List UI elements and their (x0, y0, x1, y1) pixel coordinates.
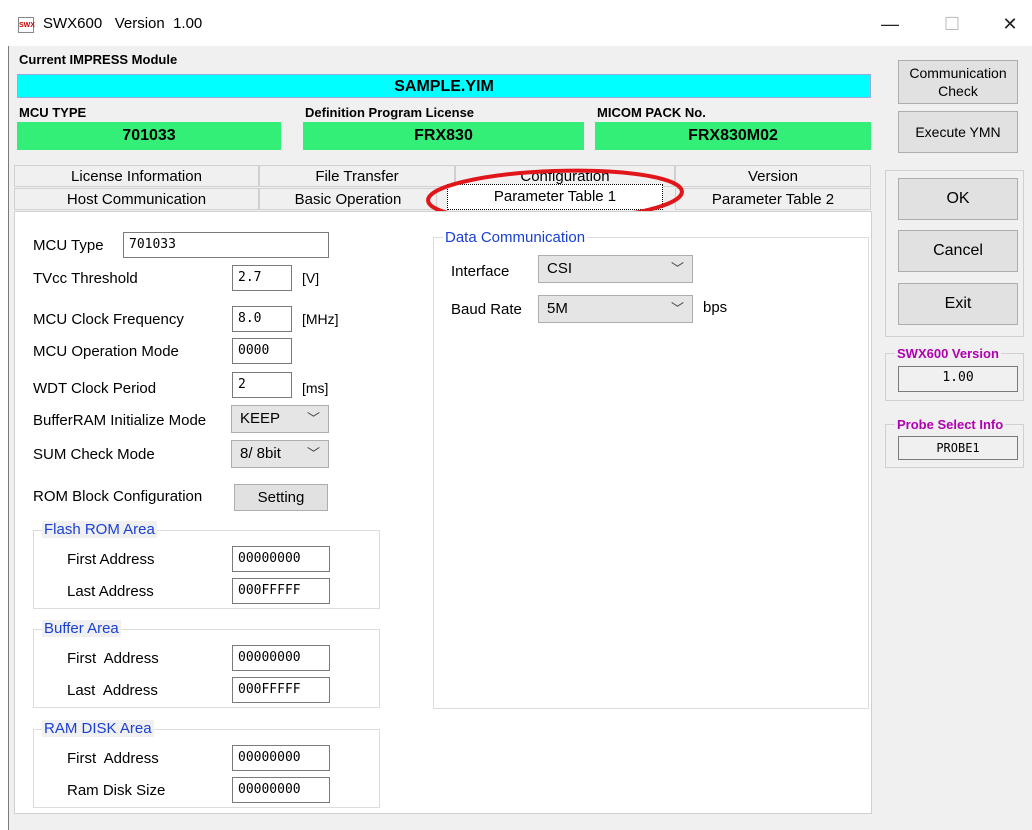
ram-disk-title: RAM DISK Area (42, 720, 154, 737)
mcu-type-field-label: MCU Type (33, 237, 104, 254)
wdt-period-unit: [ms] (302, 380, 329, 396)
chevron-down-icon: ﹀ (670, 261, 684, 276)
probe-select-value: PROBE1 (898, 436, 1018, 460)
communication-check-button[interactable]: Communication Check (898, 60, 1018, 104)
swx-version-value: 1.00 (898, 366, 1018, 392)
module-value: SAMPLE.YIM (17, 74, 871, 98)
tab-parameter-table-2[interactable]: Parameter Table 2 (675, 188, 871, 210)
clock-frequency-label: MCU Clock Frequency (33, 311, 184, 328)
execute-ymn-button[interactable]: Execute YMN (898, 111, 1018, 153)
wdt-period-input[interactable]: 2 (232, 372, 292, 398)
baud-rate-label: Baud Rate (451, 301, 522, 318)
interface-select[interactable]: CSI ﹀ (538, 255, 693, 283)
mcu-type-value: 701033 (17, 122, 281, 150)
cancel-button[interactable]: Cancel (898, 230, 1018, 272)
mcu-type-input[interactable]: 701033 (123, 232, 329, 258)
bufferram-init-select[interactable]: KEEP ﹀ (231, 405, 329, 433)
swx-version-label: SWX600 Version (895, 346, 1001, 361)
chevron-down-icon: ﹀ (670, 301, 684, 316)
tvcc-unit: [V] (302, 270, 320, 286)
module-label: Current IMPRESS Module (19, 52, 178, 67)
chevron-down-icon: ﹀ (306, 411, 320, 426)
close-icon[interactable]: ✕ (990, 10, 1030, 38)
tab-host-communication[interactable]: Host Communication (14, 188, 259, 210)
data-communication-title: Data Communication (443, 229, 588, 246)
flash-last-address-input[interactable]: 000FFFFF (232, 578, 330, 604)
chevron-down-icon: ﹀ (306, 446, 320, 461)
interface-label: Interface (451, 263, 510, 280)
ram-disk-size-input[interactable]: 00000000 (232, 777, 330, 803)
tab-version[interactable]: Version (675, 165, 871, 187)
tab-license-information[interactable]: License Information (14, 165, 259, 187)
interface-value: CSI (547, 260, 573, 277)
tvcc-label: TVcc Threshold (33, 270, 138, 287)
license-label: Definition Program License (305, 105, 475, 120)
mcu-type-label: MCU TYPE (19, 105, 87, 120)
baud-rate-value: 5M (547, 300, 568, 317)
tvcc-input[interactable]: 2.7 (232, 265, 292, 291)
buffer-last-address-label: Last Address (67, 682, 158, 699)
buffer-last-address-input[interactable]: 000FFFFF (232, 677, 330, 703)
flash-last-address-label: Last Address (67, 583, 154, 600)
license-value: FRX830 (303, 122, 584, 150)
maximize-icon[interactable]: ☐ (932, 10, 972, 38)
baud-rate-select[interactable]: 5M ﹀ (538, 295, 693, 323)
tab-basic-operation[interactable]: Basic Operation (259, 188, 437, 210)
micom-pack-value: FRX830M02 (595, 122, 871, 150)
clock-frequency-unit: [MHz] (302, 311, 339, 327)
clock-frequency-input[interactable]: 8.0 (232, 306, 292, 332)
buffer-area-title: Buffer Area (42, 620, 121, 637)
micom-pack-label: MICOM PACK No. (597, 105, 706, 120)
wdt-period-label: WDT Clock Period (33, 380, 157, 397)
app-icon: SWX (18, 17, 35, 33)
bufferram-init-value: KEEP (240, 410, 281, 427)
flash-first-address-input[interactable]: 00000000 (232, 546, 330, 572)
ram-disk-first-address-label: First Address (67, 750, 159, 767)
operation-mode-label: MCU Operation Mode (33, 343, 179, 360)
flash-first-address-label: First Address (67, 551, 155, 568)
ram-disk-size-label: Ram Disk Size (67, 782, 166, 799)
operation-mode-input[interactable]: 0000 (232, 338, 292, 364)
window-title: SWX600 Version 1.00 (43, 15, 203, 32)
sum-check-value: 8/ 8bit (240, 445, 281, 462)
ok-button[interactable]: OK (898, 178, 1018, 220)
buffer-first-address-input[interactable]: 00000000 (232, 645, 330, 671)
probe-select-label: Probe Select Info (895, 417, 1006, 432)
baud-rate-unit: bps (703, 299, 728, 316)
minimize-icon[interactable]: — (870, 10, 910, 38)
ram-disk-first-address-input[interactable]: 00000000 (232, 745, 330, 771)
rom-block-label: ROM Block Configuration (33, 488, 203, 505)
buffer-first-address-label: First Address (67, 650, 159, 667)
rom-block-setting-button[interactable]: Setting (234, 484, 328, 511)
sum-check-select[interactable]: 8/ 8bit ﹀ (231, 440, 329, 468)
exit-button[interactable]: Exit (898, 283, 1018, 325)
sum-check-label: SUM Check Mode (33, 446, 155, 463)
bufferram-init-label: BufferRAM Initialize Mode (33, 412, 207, 429)
flash-rom-title: Flash ROM Area (42, 521, 157, 538)
